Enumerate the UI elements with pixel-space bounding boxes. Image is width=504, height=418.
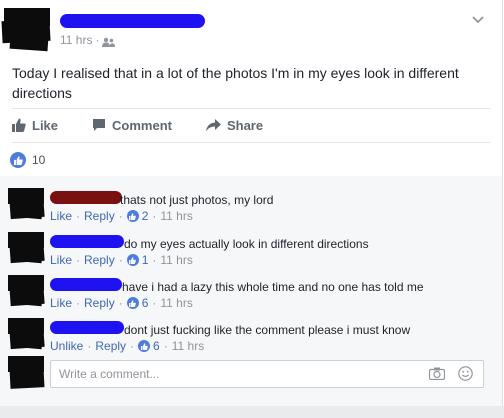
like-reaction-icon — [10, 152, 26, 168]
like-reaction-icon — [126, 254, 139, 266]
comment: do my eyes actually look in different di… — [0, 226, 500, 267]
author-avatar-redacted[interactable] — [0, 6, 52, 52]
comments-section: thats not just photos, my lord Like · Re… — [0, 176, 502, 408]
comment: dont just fucking like the comment pleas… — [0, 312, 500, 353]
share-button[interactable]: Share — [205, 116, 264, 134]
reactions-summary[interactable]: 10 — [10, 152, 45, 168]
share-label: Share — [226, 117, 264, 133]
post-options-chevron-icon[interactable] — [472, 12, 484, 27]
post-card: 11 hrs · Today I realised that in a lot o… — [0, 0, 503, 418]
comment-timestamp[interactable]: 11 hrs — [160, 253, 192, 267]
meta-separator: · — [130, 339, 135, 353]
thumbs-up-icon — [12, 118, 26, 132]
comment-input-placeholder: Write a comment... — [59, 367, 160, 381]
divider — [12, 108, 490, 109]
comment-timestamp[interactable]: 11 hrs — [160, 209, 192, 223]
comment-timestamp[interactable]: 11 hrs — [172, 339, 204, 353]
share-arrow-icon — [205, 118, 221, 132]
redaction-mark — [9, 367, 45, 389]
meta-separator: · — [95, 33, 100, 47]
comment-reply-link[interactable]: Reply — [84, 209, 115, 223]
current-user-avatar-redacted — [8, 356, 46, 389]
comment-meta: Like · Reply · 6 · 11 hrs — [50, 296, 193, 310]
comment-like-link[interactable]: Like — [50, 296, 72, 310]
post-timestamp[interactable]: 11 hrs — [60, 33, 92, 47]
like-reaction-icon — [126, 210, 139, 222]
author-name-redacted[interactable] — [60, 14, 205, 28]
comment-text: have i had a lazy this whole time and no… — [122, 280, 424, 294]
commenter-avatar-redacted[interactable] — [8, 318, 46, 350]
commenter-avatar-redacted[interactable] — [8, 188, 46, 220]
comment-meta: Like · Reply · 1 · 11 hrs — [50, 253, 193, 267]
comment-reply-link[interactable]: Reply — [84, 253, 115, 267]
divider — [12, 142, 490, 143]
feed-background-strip — [0, 406, 504, 418]
comment: have i had a lazy this whole time and no… — [0, 269, 500, 310]
comment-reply-link[interactable]: Reply — [95, 339, 126, 353]
comment-like-count[interactable]: 6 — [153, 339, 160, 353]
like-button[interactable]: Like — [12, 116, 58, 134]
redaction-mark — [9, 34, 49, 52]
meta-separator: · — [87, 339, 92, 353]
meta-separator: · — [163, 339, 168, 353]
meta-separator: · — [76, 296, 81, 310]
commenter-name-redacted[interactable] — [50, 321, 124, 334]
meta-separator: · — [152, 296, 157, 310]
comment-text: thats not just photos, my lord — [120, 193, 274, 207]
post-text: Today I realised that in a lot of the ph… — [12, 65, 459, 101]
commenter-avatar-redacted[interactable] — [8, 275, 46, 307]
comment-text: do my eyes actually look in different di… — [124, 237, 369, 251]
comment-label: Comment — [112, 117, 172, 133]
comment-like-count[interactable]: 2 — [142, 209, 149, 223]
comment-button[interactable]: Comment — [92, 116, 172, 134]
commenter-name-redacted[interactable] — [50, 278, 122, 291]
comment-input[interactable]: Write a comment... — [50, 360, 484, 388]
meta-separator: · — [152, 253, 157, 267]
meta-separator: · — [76, 253, 81, 267]
post-actions: Like Comment Share — [12, 116, 297, 134]
meta-separator: · — [152, 209, 157, 223]
comment-reply-link[interactable]: Reply — [84, 296, 115, 310]
like-count: 10 — [32, 153, 46, 167]
camera-icon[interactable] — [428, 367, 446, 383]
like-reaction-icon — [126, 297, 139, 309]
comment-text: dont just fucking like the comment pleas… — [124, 323, 411, 337]
comment-unlike-link[interactable]: Unlike — [50, 339, 83, 353]
comment-bubble-icon — [92, 118, 106, 132]
commenter-avatar-redacted[interactable] — [8, 232, 46, 264]
like-reaction-icon — [138, 340, 151, 352]
meta-separator: · — [118, 253, 123, 267]
comment-like-count[interactable]: 1 — [142, 253, 149, 267]
comment-meta: Unlike · Reply · 6 · 11 hrs — [50, 339, 204, 353]
like-label: Like — [32, 117, 59, 133]
comment-like-link[interactable]: Like — [50, 209, 72, 223]
comment-like-link[interactable]: Like — [50, 253, 72, 267]
comment-like-count[interactable]: 6 — [142, 296, 149, 310]
comment-meta: Like · Reply · 2 · 11 hrs — [50, 209, 193, 223]
post-meta: 11 hrs · — [60, 33, 116, 47]
commenter-name-redacted[interactable] — [50, 235, 124, 248]
comment-timestamp[interactable]: 11 hrs — [160, 296, 192, 310]
commenter-name-redacted[interactable] — [50, 191, 122, 204]
emoji-smiley-icon[interactable] — [458, 366, 473, 384]
comment-composer: Write a comment... — [0, 352, 500, 392]
friends-audience-icon[interactable] — [102, 36, 116, 47]
comment: thats not just photos, my lord Like · Re… — [0, 182, 500, 223]
meta-separator: · — [76, 209, 81, 223]
meta-separator: · — [118, 209, 123, 223]
meta-separator: · — [118, 296, 123, 310]
